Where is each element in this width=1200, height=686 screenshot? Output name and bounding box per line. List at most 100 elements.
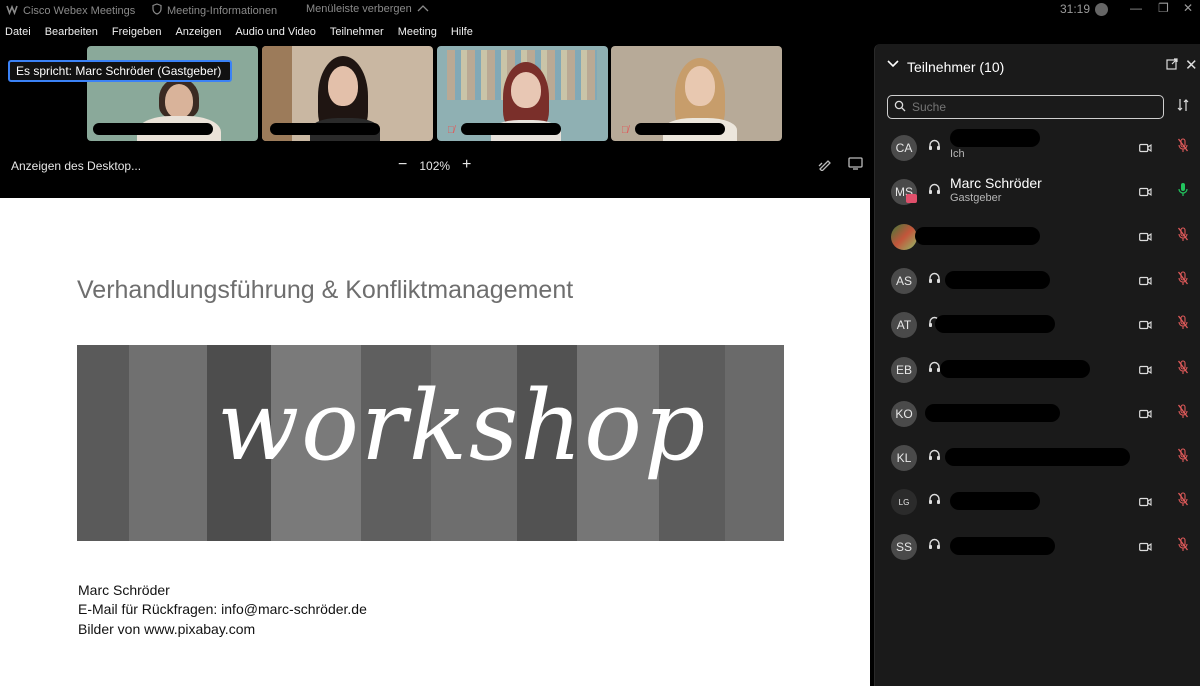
name-redaction: [950, 492, 1040, 511]
participant-row[interactable]: KL: [875, 436, 1200, 480]
camera-icon[interactable]: [1139, 317, 1152, 330]
zoom-controls: − 102% +: [398, 157, 471, 174]
menu-audio-video[interactable]: Audio und Video: [235, 26, 316, 44]
name-redaction: [270, 123, 380, 135]
contact-email: E-Mail für Rückfragen: info@marc-schröde…: [78, 601, 367, 617]
participants-panel: Teilnehmer (10) ✕ CA Ich MSMarc SchröderGa…: [874, 44, 1200, 686]
name-redaction: [950, 536, 1055, 555]
muted-mic-icon[interactable]: [1177, 492, 1189, 507]
zoom-out-button[interactable]: −: [398, 157, 407, 173]
hide-menu-button[interactable]: Menüleiste verbergen: [306, 3, 429, 15]
headset-icon: [928, 139, 941, 155]
zoom-in-button[interactable]: +: [462, 157, 471, 173]
camera-icon[interactable]: [1139, 406, 1152, 418]
sharing-badge-icon: [906, 194, 917, 204]
name-redaction: [945, 448, 1130, 467]
menu-bearbeiten[interactable]: Bearbeiten: [45, 26, 98, 44]
camera-icon[interactable]: [1139, 539, 1152, 551]
avatar: SS: [891, 533, 917, 560]
close-icon[interactable]: ✕: [1185, 56, 1198, 74]
chevron-down-icon[interactable]: [886, 57, 900, 74]
participant-row[interactable]: SS: [875, 525, 1200, 569]
participant-row[interactable]: MS Marc Schröder Gastgeber: [875, 170, 1200, 214]
name-redaction: [950, 129, 1040, 147]
avatar: KO: [891, 400, 917, 427]
image-credit: Bilder von www.pixabay.com: [78, 621, 256, 637]
workshop-banner-image: workshop: [77, 345, 784, 541]
participants-title: Teilnehmer (10): [907, 59, 1005, 75]
participant-role: Ich: [950, 148, 965, 160]
presenter-name: Marc Schröder: [78, 582, 170, 598]
muted-mic-icon[interactable]: [1177, 271, 1189, 286]
participant-row[interactable]: EB: [875, 348, 1200, 392]
camera-icon[interactable]: [1139, 140, 1152, 153]
video-tile-3[interactable]: 🎙̸: [437, 46, 608, 141]
minimize-icon[interactable]: —: [1130, 1, 1142, 15]
video-tile-2[interactable]: [262, 46, 433, 141]
name-redaction: [940, 359, 1090, 378]
avatar: [891, 223, 917, 250]
avatar: AT: [891, 312, 917, 339]
menu-freigeben[interactable]: Freigeben: [112, 26, 162, 44]
muted-mic-icon[interactable]: [1177, 537, 1189, 552]
avatar: CA: [891, 135, 917, 161]
name-redaction: [93, 123, 213, 135]
show-desktop-button[interactable]: Anzeigen des Desktop...: [11, 159, 141, 173]
camera-icon[interactable]: [1139, 494, 1152, 507]
avatar: KL: [891, 445, 917, 472]
muted-mic-icon[interactable]: [1177, 315, 1189, 330]
annotate-icon[interactable]: [818, 157, 832, 174]
participant-row[interactable]: AT: [875, 303, 1200, 347]
search-input[interactable]: [912, 100, 1142, 114]
active-speaker-label: Es spricht: Marc Schröder (Gastgeber): [8, 60, 232, 82]
menu-meeting[interactable]: Meeting: [398, 26, 437, 44]
screen-share-icon[interactable]: [848, 157, 863, 173]
search-icon: [894, 100, 906, 115]
participant-row[interactable]: KO: [875, 392, 1200, 436]
app-name: Cisco Webex Meetings: [23, 4, 136, 17]
name-redaction: [461, 123, 561, 135]
camera-icon[interactable]: [1139, 229, 1152, 241]
muted-mic-icon[interactable]: [1177, 359, 1189, 375]
menu-anzeigen[interactable]: Anzeigen: [175, 26, 221, 44]
zoom-level: 102%: [419, 159, 451, 173]
participant-row[interactable]: AS: [875, 259, 1200, 303]
participant-row[interactable]: [875, 215, 1200, 259]
restore-icon[interactable]: ❐: [1158, 1, 1169, 15]
camera-icon[interactable]: [1139, 273, 1152, 285]
muted-mic-icon[interactable]: [1177, 404, 1189, 419]
menu-bar: Datei Bearbeiten Freigeben Anzeigen Audi…: [0, 26, 487, 44]
sort-icon[interactable]: [1177, 98, 1189, 115]
headset-icon: [928, 493, 941, 509]
close-window-icon[interactable]: ✕: [1183, 1, 1193, 15]
headset-icon: [928, 538, 941, 554]
avatar: LG: [891, 489, 917, 516]
participant-row[interactable]: LG: [875, 480, 1200, 524]
camera-icon[interactable]: [1139, 362, 1152, 374]
menu-datei[interactable]: Datei: [5, 26, 31, 44]
popout-icon[interactable]: [1166, 58, 1178, 73]
avatar: AS: [891, 267, 917, 294]
shared-slide: Verhandlungsführung & Konfliktmanagement…: [0, 198, 870, 686]
search-field[interactable]: [887, 95, 1164, 119]
menu-teilnehmer[interactable]: Teilnehmer: [330, 26, 384, 44]
video-tile-4[interactable]: 🎙̸: [611, 46, 782, 141]
muted-mic-icon[interactable]: [1177, 227, 1189, 242]
name-redaction: [945, 270, 1050, 289]
participant-name: Marc Schröder: [950, 175, 1042, 192]
participant-row[interactable]: CA Ich: [875, 126, 1200, 170]
share-toolbar: Anzeigen des Desktop... − 102% +: [0, 152, 872, 182]
chevron-up-icon: [417, 3, 429, 15]
webex-window: Cisco Webex Meetings Meeting-Information…: [0, 0, 1200, 686]
camera-icon[interactable]: [1139, 184, 1152, 197]
webex-logo-icon: [6, 3, 18, 18]
menu-hilfe[interactable]: Hilfe: [451, 26, 473, 44]
headset-icon: [928, 449, 941, 465]
mic-icon[interactable]: [1178, 182, 1188, 197]
muted-mic-icon[interactable]: [1177, 448, 1189, 463]
muted-mic-icon[interactable]: [1177, 138, 1189, 153]
signal-icon: [1095, 2, 1109, 16]
meeting-info-button[interactable]: Meeting-Informationen: [152, 3, 277, 18]
participant-role: Gastgeber: [950, 192, 1002, 205]
name-redaction: [935, 315, 1055, 334]
